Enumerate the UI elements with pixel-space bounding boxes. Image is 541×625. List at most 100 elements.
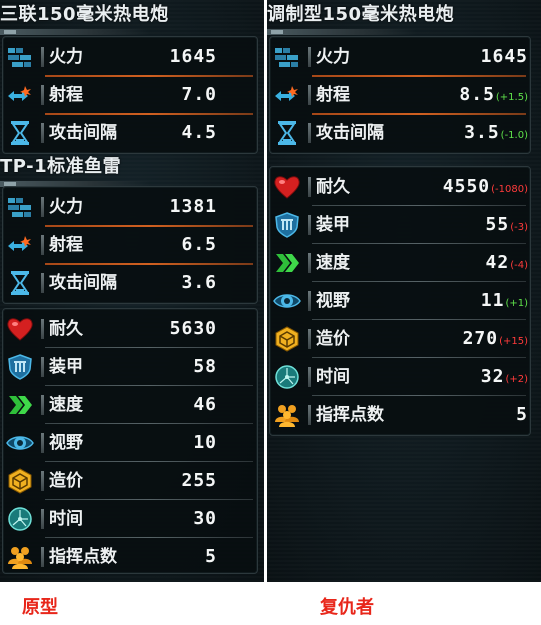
stat-value-group: 46 xyxy=(193,386,217,424)
stat-label: 时间 xyxy=(49,509,83,529)
weapon-stats-panel: 火力 1381 射程 6.5 攻击间隔 3.6 xyxy=(2,186,258,304)
stat-delta: (-4) xyxy=(510,260,528,271)
row-accent-bar xyxy=(41,433,44,453)
stat-row-ship: 速度 42(-4) xyxy=(270,244,530,282)
stat-value: 30 xyxy=(193,508,217,529)
stat-value: 270 xyxy=(462,328,499,349)
stat-value-group: 3.6 xyxy=(181,264,217,302)
stat-value-group: 6.5 xyxy=(181,226,217,264)
command-points-icon xyxy=(6,544,34,570)
row-accent-bar xyxy=(41,357,44,377)
stat-row-weapon: 火力 1645 xyxy=(270,38,530,77)
eye-icon xyxy=(273,288,301,314)
stat-row-ship: 速度 46 xyxy=(3,386,257,424)
ship-stats-panel: 耐久 4550(-1080) 装甲 55(-3) 速度 42(-4) 视野 11(+1) 造价 2… xyxy=(269,166,531,436)
stat-value-group: 1645 xyxy=(481,38,528,76)
stat-value: 7.0 xyxy=(181,84,217,105)
row-accent-bar xyxy=(308,47,311,67)
stat-row-weapon: 攻击间隔 4.5 xyxy=(3,114,257,152)
row-accent-bar xyxy=(308,405,311,425)
stat-delta: (+15) xyxy=(499,336,528,347)
stat-value: 1645 xyxy=(480,46,528,67)
stat-row-weapon: 射程 6.5 xyxy=(3,226,257,265)
weapon-stats-panel: 火力 1645 射程 8.5(+1.5) 攻击间隔 3.5(-1.0) xyxy=(269,36,531,154)
stat-label: 射程 xyxy=(316,85,350,105)
stat-row-ship: 时间 30 xyxy=(3,500,257,538)
stat-value: 4.5 xyxy=(181,122,217,143)
weapon-title: 三联150毫米热电炮 xyxy=(0,4,169,25)
range-icon xyxy=(273,82,301,108)
stat-label: 速度 xyxy=(316,253,350,273)
heart-icon xyxy=(273,174,301,200)
ship-stats-panel: 耐久 5630 装甲 58 速度 46 视野 10 造价 255 时间 30 指挥点数 5 xyxy=(2,308,258,574)
command-points-icon xyxy=(273,402,301,428)
stat-delta: (-1080) xyxy=(491,184,528,195)
stat-row-ship: 指挥点数 5 xyxy=(3,538,257,576)
stat-delta: (+1.5) xyxy=(495,92,528,103)
stat-row-ship: 指挥点数 5 xyxy=(270,396,530,434)
stat-value: 58 xyxy=(193,356,217,377)
armor-icon xyxy=(6,354,34,380)
stat-value-group: 5 xyxy=(205,538,217,576)
stat-value: 255 xyxy=(181,470,217,491)
weapon-stats-panel: 火力 1645 射程 7.0 攻击间隔 4.5 xyxy=(2,36,258,154)
title-underline xyxy=(0,29,150,35)
stat-label: 视野 xyxy=(316,291,350,311)
avenger-caption: 复仇者 xyxy=(320,597,374,618)
stat-label: 耐久 xyxy=(316,177,350,197)
row-accent-bar xyxy=(41,197,44,217)
stat-value-group: 1645 xyxy=(170,38,217,76)
row-accent-bar xyxy=(41,85,44,105)
stat-delta: (-3) xyxy=(510,222,528,233)
stat-row-weapon: 火力 1381 xyxy=(3,188,257,227)
clock-icon xyxy=(6,506,34,532)
stat-label: 耐久 xyxy=(49,319,83,339)
stat-row-ship: 造价 255 xyxy=(3,462,257,500)
stat-row-ship: 视野 10 xyxy=(3,424,257,462)
stat-value-group: 42(-4) xyxy=(486,244,528,282)
stat-value-group: 1381 xyxy=(170,188,217,226)
stat-row-ship: 造价 270(+15) xyxy=(270,320,530,358)
stat-value: 5 xyxy=(516,404,528,425)
range-icon xyxy=(6,232,34,258)
stat-label: 攻击间隔 xyxy=(49,123,117,143)
stat-value: 10 xyxy=(193,432,217,453)
stat-label: 装甲 xyxy=(316,215,350,235)
cost-hexagon-icon xyxy=(6,468,34,494)
firepower-icon xyxy=(6,194,34,220)
row-accent-bar xyxy=(41,235,44,255)
hourglass-icon xyxy=(273,120,301,146)
stat-value: 5 xyxy=(205,546,217,567)
stat-delta: (+1) xyxy=(505,298,528,309)
stat-value-group: 30 xyxy=(193,500,217,538)
stat-value: 1381 xyxy=(169,196,217,217)
range-icon xyxy=(6,82,34,108)
row-accent-bar xyxy=(308,291,311,311)
stat-label: 火力 xyxy=(49,197,83,217)
weapon-title: TP-1标准鱼雷 xyxy=(0,156,122,177)
stat-label: 装甲 xyxy=(49,357,83,377)
stat-value-group: 7.0 xyxy=(181,76,217,114)
stat-row-weapon: 攻击间隔 3.5(-1.0) xyxy=(270,114,530,152)
row-accent-bar xyxy=(308,123,311,143)
row-accent-bar xyxy=(41,509,44,529)
armor-icon xyxy=(273,212,301,238)
prototype-caption: 原型 xyxy=(22,597,58,618)
stat-value: 3.6 xyxy=(181,272,217,293)
stat-value: 46 xyxy=(193,394,217,415)
stat-row-weapon: 射程 8.5(+1.5) xyxy=(270,76,530,115)
row-accent-bar xyxy=(41,319,44,339)
hourglass-icon xyxy=(6,270,34,296)
stat-label: 射程 xyxy=(49,85,83,105)
avenger-stats-column: 调制型150毫米热电炮 火力 1645 射程 8.5(+1.5) 攻击间隔 3.5(-1.… xyxy=(267,0,541,582)
stat-label: 造价 xyxy=(49,471,83,491)
stat-label: 射程 xyxy=(49,235,83,255)
clock-icon xyxy=(273,364,301,390)
stat-value-group: 11(+1) xyxy=(481,282,528,320)
stat-label: 视野 xyxy=(49,433,83,453)
stat-row-ship: 装甲 58 xyxy=(3,348,257,386)
stat-value-group: 4.5 xyxy=(181,114,217,152)
prototype-stats-column: 三联150毫米热电炮 火力 1645 射程 7.0 攻击间隔 4.5 TP-1标准鱼雷 火… xyxy=(0,0,264,582)
stat-value-group: 3.5(-1.0) xyxy=(464,114,528,152)
title-underline xyxy=(267,29,417,35)
